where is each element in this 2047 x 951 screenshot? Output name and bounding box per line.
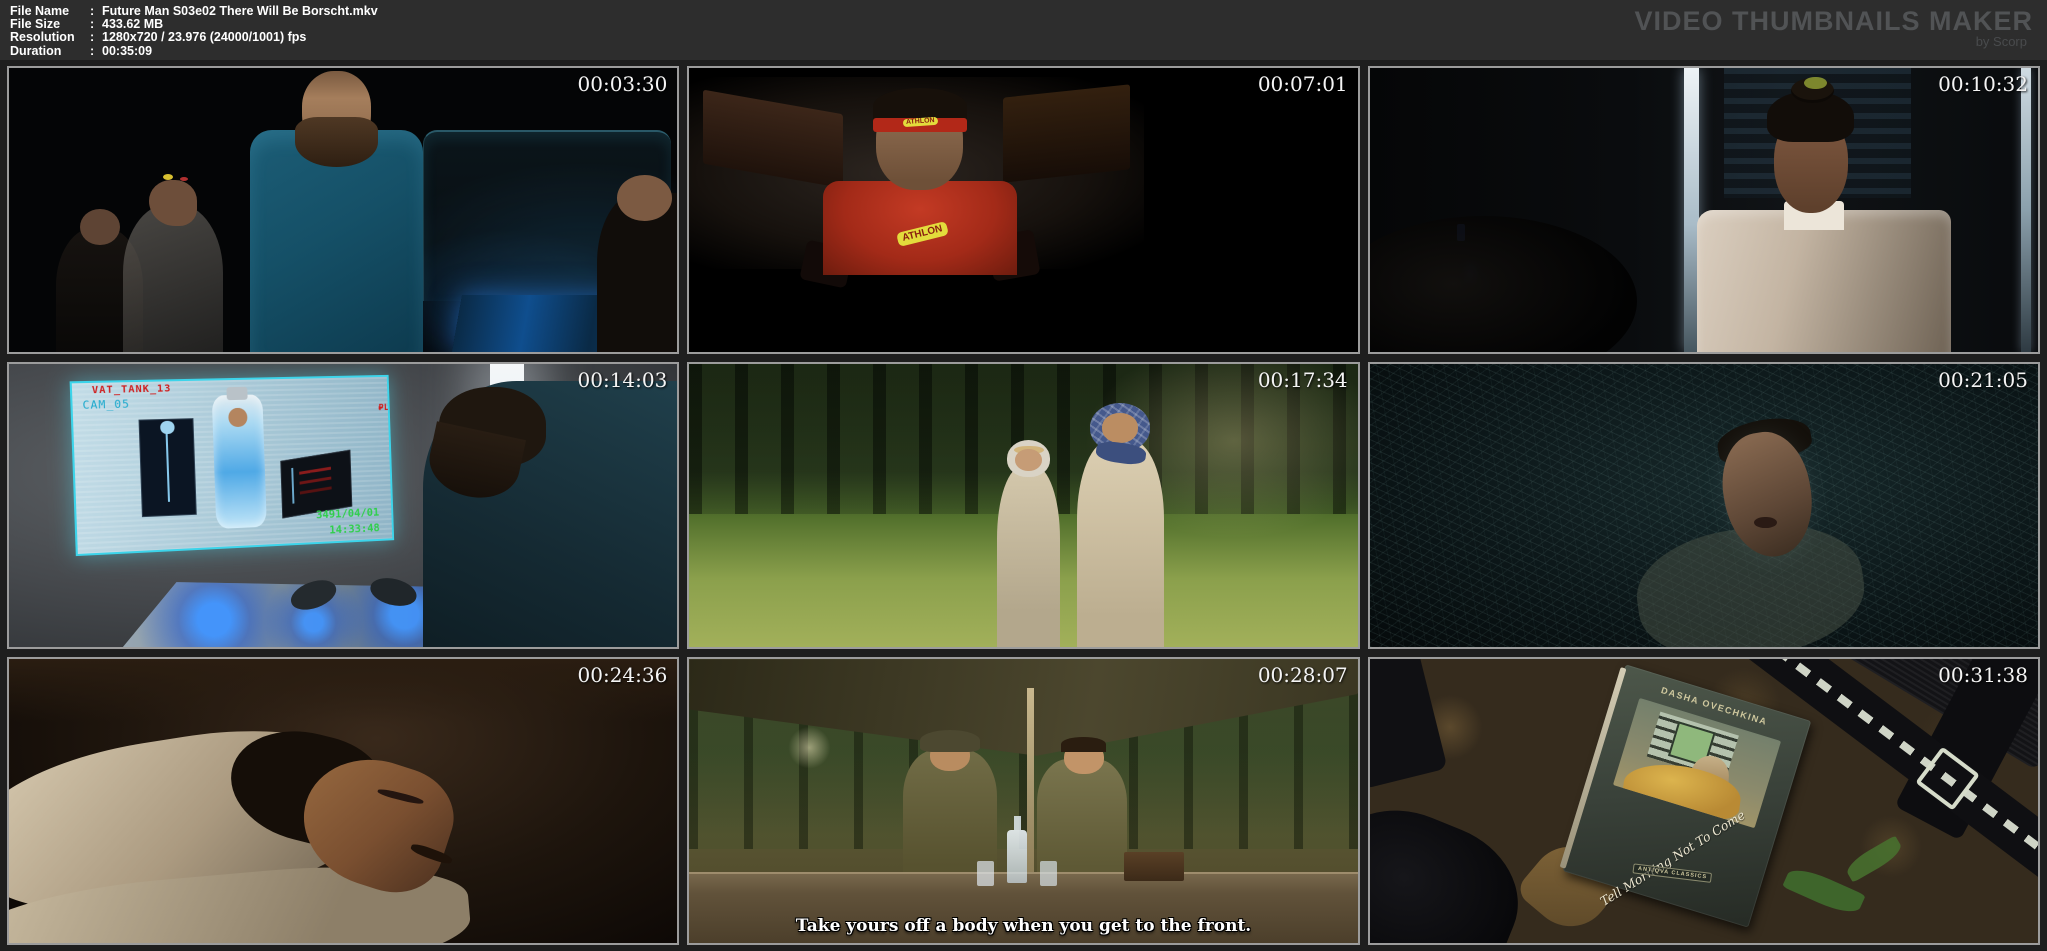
duration-label: Duration [10, 43, 62, 58]
screen-date: 3491/04/01 [315, 505, 380, 521]
app-logo: VIDEO THUMBNAILS MAKER by Scorp [1635, 6, 2034, 49]
man-tunic [1076, 440, 1164, 648]
scene-corridor-woman [1369, 68, 2038, 352]
timestamp: 00:14:03 [577, 367, 668, 392]
thumbnail-cell-4: VAT_TANK_13 CAM_05 ► PLAYBACK 3491/04/01… [7, 361, 680, 650]
resolution-label: Resolution [10, 30, 75, 45]
colon: : [90, 43, 95, 58]
app-logo-byline: by Scorp [1975, 34, 2027, 49]
scene-man-in-hay [1369, 363, 2038, 648]
drinking-glass [976, 860, 995, 887]
scene-man-in-bed [9, 659, 678, 943]
soldier-right-hair [1060, 737, 1107, 752]
green-leaf [1843, 835, 1906, 883]
duration-value: 00:35:09 [102, 43, 153, 58]
timestamp: 00:21:05 [1938, 367, 2028, 392]
black-boot [1369, 786, 1541, 943]
playback-text: PLAYBACK [378, 401, 394, 413]
subtitle-text: Take yours off a body when you get to th… [795, 915, 1252, 936]
thumbnail-cell-2: ATHLON ATHLON 00:07:01 [687, 66, 1360, 354]
timestamp: 00:10:32 [1938, 72, 2028, 96]
drinking-glass [1039, 860, 1057, 887]
timestamp: 00:24:36 [577, 663, 668, 688]
woman-tunic [996, 465, 1061, 648]
bearded-man-back [423, 380, 678, 648]
resolution-value: 1280x720 / 23.976 (24000/1001) fps [102, 30, 307, 45]
thumbnail-cell-6: 00:21:05 [1367, 361, 2040, 650]
timestamp: 00:07:01 [1257, 72, 1348, 96]
tent-pole [1026, 687, 1034, 887]
app-logo-title: VIDEO THUMBNAILS MAKER [1634, 6, 2033, 36]
thumbnail-cell-3: 00:10:32 [1367, 66, 2040, 354]
thumbnail-grid: 00:03:30 ATHLON ATHLON 00:07:01 00:10:32… [0, 60, 2047, 951]
hair-ornament [1804, 76, 1827, 90]
camera-label: CAM_05 [82, 397, 131, 412]
metadata-header: File Name: Future Man S03e02 There Will B… [0, 0, 2047, 60]
white-jacket [1697, 209, 1952, 352]
timestamp: 00:28:07 [1257, 663, 1348, 688]
scene-forest-clearing [689, 363, 1358, 648]
thumbnail-cell-9: DASHA OVECHKINA Tell Morning Not To Come… [1367, 657, 2040, 945]
liquid-tank [211, 394, 267, 529]
book-page-edge [1559, 666, 1627, 869]
foreground-figure [597, 175, 678, 352]
timestamp: 00:03:30 [577, 72, 668, 96]
foreground-shoulder [1369, 215, 1637, 352]
skeleton-xray-panel [138, 417, 197, 517]
colon: : [90, 30, 95, 45]
timestamp: 00:17:34 [1257, 367, 1348, 392]
thumbnail-cell-8: Take yours off a body when you get to th… [687, 657, 1360, 945]
scene-hologram-screen: VAT_TANK_13 CAM_05 ► PLAYBACK 3491/04/01… [9, 363, 678, 648]
screen-time: 14:33:48 [328, 521, 380, 537]
screen-title-text: VAT_TANK_13 [91, 382, 172, 396]
book-title: Tell Morning Not To Come [1597, 806, 1748, 909]
wooden-box [1123, 852, 1184, 881]
scene-sci-fi-lab [9, 68, 678, 352]
thumbnail-cell-7: 00:24:36 [7, 657, 680, 945]
man-face [1102, 413, 1139, 444]
thumbnail-cell-5: 00:17:34 [687, 361, 1360, 650]
wooden-bench [1003, 84, 1131, 183]
thumbnail-cell-1: 00:03:30 [7, 66, 680, 354]
holo-screen: VAT_TANK_13 CAM_05 ► PLAYBACK 3491/04/01… [69, 374, 394, 557]
bottle [1007, 815, 1028, 884]
background-figure [122, 173, 223, 352]
scene-book-on-ground: DASHA OVECHKINA Tell Morning Not To Come… [1369, 659, 2038, 943]
light-strip [2020, 68, 2032, 352]
bearded-man-teal-suit [249, 71, 424, 352]
scene-dungeon-red-shirt: ATHLON ATHLON [689, 68, 1358, 352]
open-mouth [1753, 516, 1777, 529]
scene-soldiers-table: Take yours off a body when you get to th… [689, 659, 1358, 943]
timestamp: 00:31:38 [1938, 663, 2028, 688]
soldier-left-cap [919, 730, 981, 752]
dark-trouser-leg [1369, 659, 1448, 790]
